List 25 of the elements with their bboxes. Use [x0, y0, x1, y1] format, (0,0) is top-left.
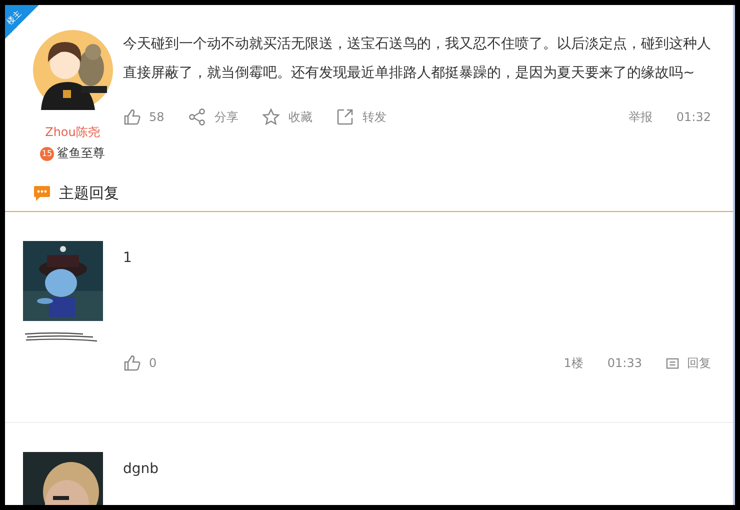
- post-text: 今天碰到一个动不动就买活无限送，送宝石送鸟的，我又忍不住喷了。以后淡定点，碰到这种人直接屏蔽了，就当倒霉吧。还有发现最近单排路人都挺暴躁的，是因为夏天要来了的缘故吗~: [123, 35, 711, 83]
- floor-number: 1楼: [564, 354, 584, 372]
- forward-button[interactable]: 转发: [336, 108, 386, 126]
- reply-button[interactable]: 回复: [666, 354, 711, 372]
- comment-icon: [666, 356, 679, 370]
- rank-title: 鲨鱼至尊: [57, 145, 105, 162]
- thumbs-up-icon: [123, 354, 141, 372]
- star-icon: [262, 108, 280, 126]
- reply-time: 01:33: [607, 356, 642, 370]
- report-link[interactable]: 举报: [628, 108, 652, 126]
- post-time: 01:32: [676, 110, 711, 124]
- corner-badge: 楼主: [5, 5, 39, 39]
- like-button[interactable]: 58: [123, 108, 164, 126]
- reply-text: dgnb: [123, 461, 159, 477]
- thumbs-up-icon: [123, 108, 141, 126]
- external-link-icon: [336, 108, 354, 126]
- like-button[interactable]: 0: [123, 354, 157, 372]
- author-name[interactable]: Zhou陈尧: [45, 124, 100, 141]
- share-button[interactable]: 分享: [188, 108, 238, 126]
- replies-heading: 主题回复: [59, 184, 119, 203]
- chat-bubble-icon: [33, 185, 51, 202]
- share-icon: [188, 108, 206, 126]
- reply-text: 1: [123, 250, 132, 266]
- level-badge: 15: [40, 146, 54, 160]
- favorite-button[interactable]: 收藏: [262, 108, 312, 126]
